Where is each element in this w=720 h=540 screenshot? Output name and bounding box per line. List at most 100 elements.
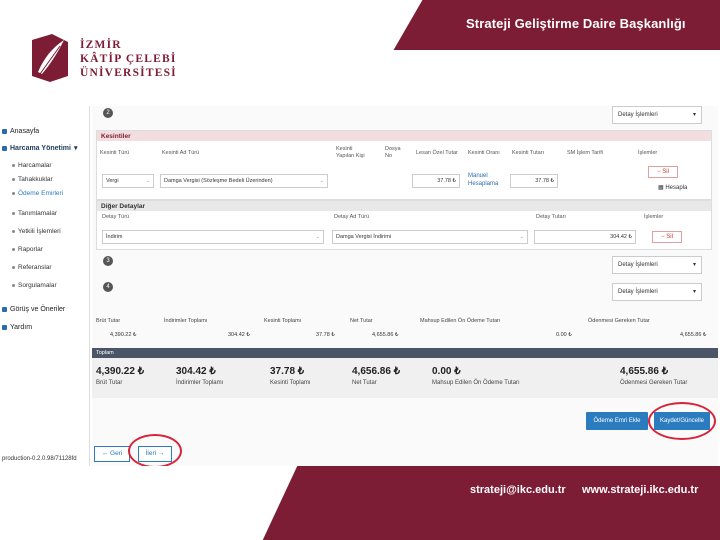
header-band: Strateji Geliştirme Daire Başkanlığı (448, 0, 720, 50)
totals-header: Ödenmesi Gereken Tutar (588, 318, 650, 324)
col-header: Lesan Özel Tutar (416, 150, 458, 156)
summary-value: 304.42 ₺ (176, 366, 216, 377)
sidebar-item-label: Referanslar (18, 264, 52, 271)
bullet-icon (12, 178, 15, 181)
field-value: 304.42 (610, 234, 627, 240)
hesapla-button[interactable]: ▦ Hesapla (658, 184, 687, 191)
summary-label: İndirimler Toplamı (176, 380, 224, 386)
bullet-icon (12, 230, 15, 233)
sidebar-subitem-odeme-emirleri[interactable]: Ödeme Emirleri (12, 190, 63, 197)
summary-value: 4,655.86 ₺ (620, 366, 669, 377)
sidebar-item-raporlar[interactable]: Raporlar (12, 246, 43, 253)
col-header: Kesinti Türü (100, 150, 130, 156)
chevron-down-icon: ▾ (692, 112, 696, 118)
sidebar-subitem-harcamalar[interactable]: Harcamalar (12, 162, 52, 169)
footer-white-area (0, 466, 250, 540)
summary-label: Ödenmesi Gereken Tutar (620, 380, 688, 386)
header-title: Strateji Geliştirme Daire Başkanlığı (466, 16, 686, 31)
manuel-hesaplama-link[interactable]: Manuel Hesaplama (468, 172, 508, 188)
chevron-down-icon: ▾ (692, 262, 696, 268)
summary-label: Mahsup Edilen Ön Ödeme Tutarı (432, 380, 520, 386)
odeme-emri-ekle-button[interactable]: Ödeme Emri Ekle (586, 412, 648, 430)
kesinti-ad-select[interactable]: Damga Vergisi (Sözleşme Bedeli Üzerinden… (160, 174, 328, 188)
slide-footer: strateji@ikc.edu.tr www.strateji.ikc.edu… (0, 466, 720, 540)
summary-value: 4,656.86 ₺ (352, 366, 401, 377)
bullet-icon (12, 164, 15, 167)
totals-header: Mahsup Edilen Ön Ödeme Tutarı (420, 318, 501, 324)
field-value: 37.78 (535, 178, 549, 184)
summary-value: 4,390.22 ₺ (96, 366, 145, 377)
totals-header: Kesinti Toplamı (264, 318, 302, 324)
sidebar-item-anasayfa[interactable]: Anasayfa (2, 128, 39, 135)
bullet-icon (12, 192, 15, 195)
button-label: Geri (110, 450, 123, 457)
help-icon (2, 325, 7, 330)
kesinti-tutari-input[interactable]: 37.78 ₺ (510, 174, 558, 188)
select-label: Detay İşlemleri (618, 262, 658, 268)
sidebar-item-sorgulamalar[interactable]: Sorgulamalar (12, 282, 57, 289)
geri-button[interactable]: ← Geri (94, 446, 130, 462)
logo-line-2: KÂTİP ÇELEBİ (80, 53, 177, 65)
sidebar: Anasayfa Harcama Yönetimi ▾ Harcamalar T… (0, 106, 90, 466)
detay-ad-select[interactable]: Damga Vergisi İndirimi ⌄ (332, 230, 528, 244)
sidebar-item-tanimlamalar[interactable]: Tanımlamalar (12, 210, 57, 217)
detail-actions-select-4[interactable]: Detay İşlemleri ▾ (612, 283, 702, 301)
totals-header: İndirimler Toplamı (164, 318, 208, 324)
totals-header: Net Tutar (350, 318, 373, 324)
lesan-ozel-tutar-input[interactable]: 37.78 ₺ (412, 174, 460, 188)
totals-value: 304.42 ₺ (228, 332, 250, 338)
comment-icon (2, 307, 7, 312)
sidebar-subitem-tahakkuklar[interactable]: Tahakkuklar (12, 176, 53, 183)
kesintiler-panel: Kesintiler (96, 130, 712, 200)
chevron-down-icon: ▾ (73, 145, 78, 152)
field-value: Vergi (106, 178, 119, 184)
bullet-icon (12, 212, 15, 215)
sidebar-item-label: Anasayfa (10, 128, 40, 135)
totals-value: 4,655.86 ₺ (680, 332, 707, 338)
col-header: Kesinti Ad Türü (162, 150, 200, 156)
sidebar-item-harcama[interactable]: Harcama Yönetimi ▾ (2, 144, 77, 152)
field-value: İndirim (106, 234, 123, 240)
col-header: İşlemler (638, 150, 658, 156)
button-label: Sil (662, 169, 669, 175)
step-indicator-3: 3 (103, 256, 113, 266)
sidebar-item-referanslar[interactable]: Referanslar (12, 264, 52, 271)
remove-kesinti-button[interactable]: − Sil (648, 166, 678, 178)
detay-turu-select[interactable]: İndirim ⌄ (102, 230, 324, 244)
logo-line-3: ÜNİVERSİTESİ (80, 67, 177, 79)
kesinti-turu-select[interactable]: Vergi ⌄ (102, 174, 154, 188)
remove-detay-button[interactable]: − Sil (652, 231, 682, 243)
step-indicator-4: 4 (103, 282, 113, 292)
summary-title: Toplam (96, 350, 114, 356)
detail-actions-select-2[interactable]: Detay İşlemleri ▾ (612, 106, 702, 124)
summary-bar: Toplam (92, 348, 718, 358)
field-value: Damga Vergisi İndirimi (336, 234, 392, 240)
sidebar-subitem-label: Ödeme Emirleri (18, 190, 64, 197)
university-name: İZMİR KÂTİP ÇELEBİ ÜNİVERSİTESİ (80, 38, 177, 80)
minus-icon: − (657, 169, 661, 175)
sidebar-item-gorus[interactable]: Görüş ve Öneriler (2, 306, 65, 313)
col-header: İşlemler (644, 214, 664, 220)
field-value: Damga Vergisi (Sözleşme Bedeli Üzerinden… (164, 178, 273, 184)
detail-actions-select-3[interactable]: Detay İşlemleri ▾ (612, 256, 702, 274)
sidebar-item-label: Yardım (10, 324, 33, 331)
sidebar-item-yardim[interactable]: Yardım (2, 324, 32, 331)
logo-line-1: İZMİR (80, 39, 122, 51)
summary-label: Kesinti Toplamı (270, 380, 311, 386)
footer-email: strateji@ikc.edu.tr (470, 484, 566, 496)
sidebar-subitem-label: Harcamalar (18, 162, 52, 169)
col-header: Detay Ad Türü (334, 214, 370, 220)
university-logo-icon (32, 34, 68, 82)
wallet-icon (2, 145, 7, 151)
sidebar-item-label: Yetkili İşlemleri (18, 228, 61, 235)
select-label: Detay İşlemleri (618, 289, 658, 295)
sidebar-item-label: Sorgulamalar (18, 282, 57, 289)
sidebar-item-label: Raporlar (18, 246, 43, 253)
col-header: SM İşlem Tarifi (567, 150, 603, 156)
step-indicator-2: 2 (103, 108, 113, 118)
footer-web: www.strateji.ikc.edu.tr (582, 484, 699, 496)
summary-value: 0.00 ₺ (432, 366, 461, 377)
sidebar-item-yetkili[interactable]: Yetkili İşlemleri (12, 228, 61, 235)
detay-tutari-input[interactable]: 304.42 ₺ (534, 230, 636, 244)
sidebar-item-label: Harcama Yönetimi (10, 144, 71, 152)
